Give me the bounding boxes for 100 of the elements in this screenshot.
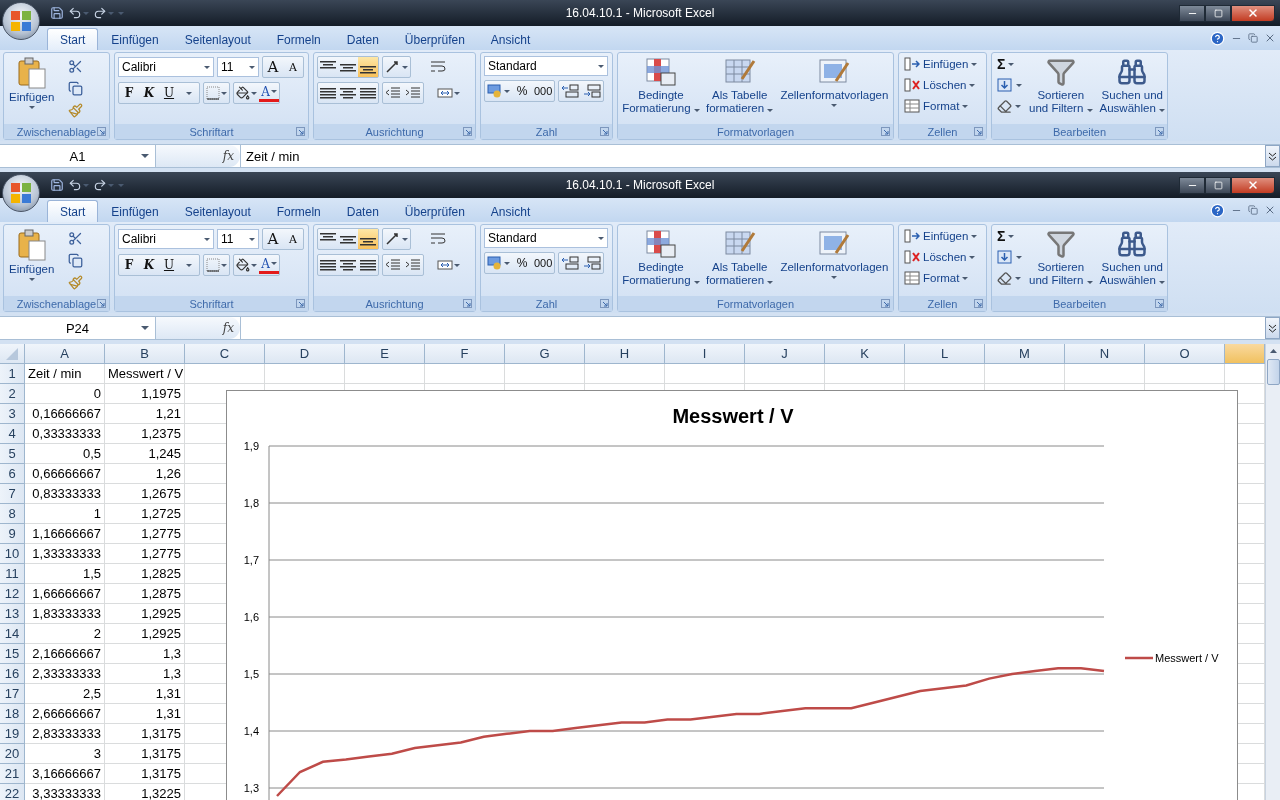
row-header[interactable]: 22	[0, 784, 25, 800]
table-cell: 1,2775	[105, 544, 185, 564]
row-header[interactable]: 19	[0, 724, 25, 744]
ribbon-tab[interactable]: Seitenlayout	[171, 28, 264, 50]
column-header[interactable]: B	[105, 344, 185, 364]
editing-button[interactable]: Sortieren und Filtern	[1027, 228, 1095, 288]
column-header[interactable]: C	[185, 344, 265, 364]
row-header[interactable]: 17	[0, 684, 25, 704]
percent-button[interactable]: %	[512, 253, 532, 273]
shrink-font-button[interactable]: A	[283, 229, 303, 249]
row-header[interactable]: 15	[0, 644, 25, 664]
cells-button[interactable]: Format	[902, 268, 980, 288]
number-format-field[interactable]: Standard	[484, 56, 608, 76]
ribbon-tab[interactable]: Daten	[333, 200, 392, 222]
insert-function-button[interactable]: fx	[222, 149, 234, 163]
grow-font-button[interactable]: A	[263, 229, 283, 249]
table-cell: 1,2875	[105, 584, 185, 604]
row-header[interactable]: 5	[0, 444, 25, 464]
cells-button[interactable]: Löschen	[902, 247, 980, 267]
table-cell: 2,33333333	[25, 664, 105, 684]
editing-button[interactable]: Sortieren und Filtern	[1027, 56, 1095, 116]
ribbon-tab[interactable]: Einfügen	[98, 200, 172, 222]
editing-button[interactable]: Suchen und Auswählen	[1097, 56, 1167, 116]
autosum-button[interactable]: Σ	[995, 226, 1024, 246]
ribbon-tab[interactable]: Formeln	[263, 28, 334, 50]
style-button[interactable]: Als Tabelle formatieren	[704, 56, 776, 116]
italic-button[interactable]: K	[139, 255, 159, 275]
table-cell: 1,66666667	[25, 584, 105, 604]
row-header[interactable]: 12	[0, 584, 25, 604]
insert-function-button[interactable]: fx	[222, 321, 234, 335]
ribbon-tab[interactable]: Start	[47, 28, 99, 50]
style-button[interactable]: Zellenformatvorlagen	[778, 56, 891, 108]
row-header[interactable]: 2	[0, 384, 25, 404]
autosum-button[interactable]: Σ	[995, 54, 1024, 74]
style-button[interactable]: Bedingte Formatierung	[621, 56, 701, 116]
style-button[interactable]: Bedingte Formatierung	[621, 228, 701, 288]
cells-button[interactable]: Format	[902, 96, 980, 116]
row-header[interactable]: 3	[0, 404, 25, 424]
font-size-field[interactable]: 11	[217, 229, 259, 249]
table-cell: 1,2375	[105, 424, 185, 444]
row-header[interactable]: 10	[0, 544, 25, 564]
bold-button[interactable]: F	[119, 83, 139, 103]
column-header[interactable]: G	[505, 344, 585, 364]
cells-button[interactable]: Einfügen	[902, 226, 980, 246]
row-header[interactable]: 18	[0, 704, 25, 724]
column-header[interactable]: A	[25, 344, 105, 364]
window-title: 16.04.10.1 - Microsoft Excel	[565, 6, 715, 20]
thousands-button[interactable]: 000	[532, 81, 555, 101]
row-header[interactable]: 16	[0, 664, 25, 684]
row-header[interactable]: 13	[0, 604, 25, 624]
shrink-font-button[interactable]: A	[283, 57, 303, 77]
ribbon-tab[interactable]: Überprüfen	[391, 28, 478, 50]
font-field[interactable]: Calibri	[118, 229, 214, 249]
font-size-field[interactable]: 11	[217, 57, 259, 77]
percent-button[interactable]: %	[512, 81, 532, 101]
row-header[interactable]: 7	[0, 484, 25, 504]
column-header[interactable]: K	[825, 344, 905, 364]
ribbon-tab[interactable]: Formeln	[263, 200, 334, 222]
row-header[interactable]: 6	[0, 464, 25, 484]
thousands-button[interactable]: 000	[532, 253, 555, 273]
paste-button[interactable]: Einfügen	[7, 56, 57, 110]
bold-button[interactable]: F	[119, 255, 139, 275]
ribbon-tab[interactable]: Einfügen	[98, 28, 172, 50]
style-button[interactable]: Zellenformatvorlagen	[778, 228, 891, 280]
number-format-field[interactable]: Standard	[484, 228, 608, 248]
column-header[interactable]: O	[1145, 344, 1225, 364]
underline-button[interactable]: U	[159, 83, 179, 103]
ribbon-tab[interactable]: Überprüfen	[391, 200, 478, 222]
row-header[interactable]: 20	[0, 744, 25, 764]
ribbon-tab[interactable]: Seitenlayout	[171, 200, 264, 222]
cells-button[interactable]: Einfügen	[902, 54, 980, 74]
underline-button[interactable]: U	[159, 255, 179, 275]
row-header[interactable]: 11	[0, 564, 25, 584]
column-header[interactable]: E	[345, 344, 425, 364]
column-header[interactable]: J	[745, 344, 825, 364]
column-header[interactable]: F	[425, 344, 505, 364]
italic-button[interactable]: K	[139, 83, 159, 103]
cells-button[interactable]: Löschen	[902, 75, 980, 95]
column-header[interactable]: M	[985, 344, 1065, 364]
ribbon-tab[interactable]: Ansicht	[477, 28, 544, 50]
column-header[interactable]: L	[905, 344, 985, 364]
group-label: Zwischenablage	[16, 125, 97, 138]
grow-font-button[interactable]: A	[263, 57, 283, 77]
ribbon-tab[interactable]: Start	[47, 200, 99, 222]
row-header[interactable]: 21	[0, 764, 25, 784]
row-header[interactable]: 4	[0, 424, 25, 444]
paste-button[interactable]: Einfügen	[7, 228, 57, 282]
editing-button[interactable]: Suchen und Auswählen	[1097, 228, 1167, 288]
column-header[interactable]: D	[265, 344, 345, 364]
font-field[interactable]: Calibri	[118, 57, 214, 77]
row-header[interactable]: 8	[0, 504, 25, 524]
ribbon-tab[interactable]: Ansicht	[477, 200, 544, 222]
row-header[interactable]: 1	[0, 364, 25, 384]
row-header[interactable]: 9	[0, 524, 25, 544]
column-header[interactable]: I	[665, 344, 745, 364]
ribbon-tab[interactable]: Daten	[333, 28, 392, 50]
style-button[interactable]: Als Tabelle formatieren	[704, 228, 776, 288]
column-header[interactable]: N	[1065, 344, 1145, 364]
row-header[interactable]: 14	[0, 624, 25, 644]
column-header[interactable]: H	[585, 344, 665, 364]
